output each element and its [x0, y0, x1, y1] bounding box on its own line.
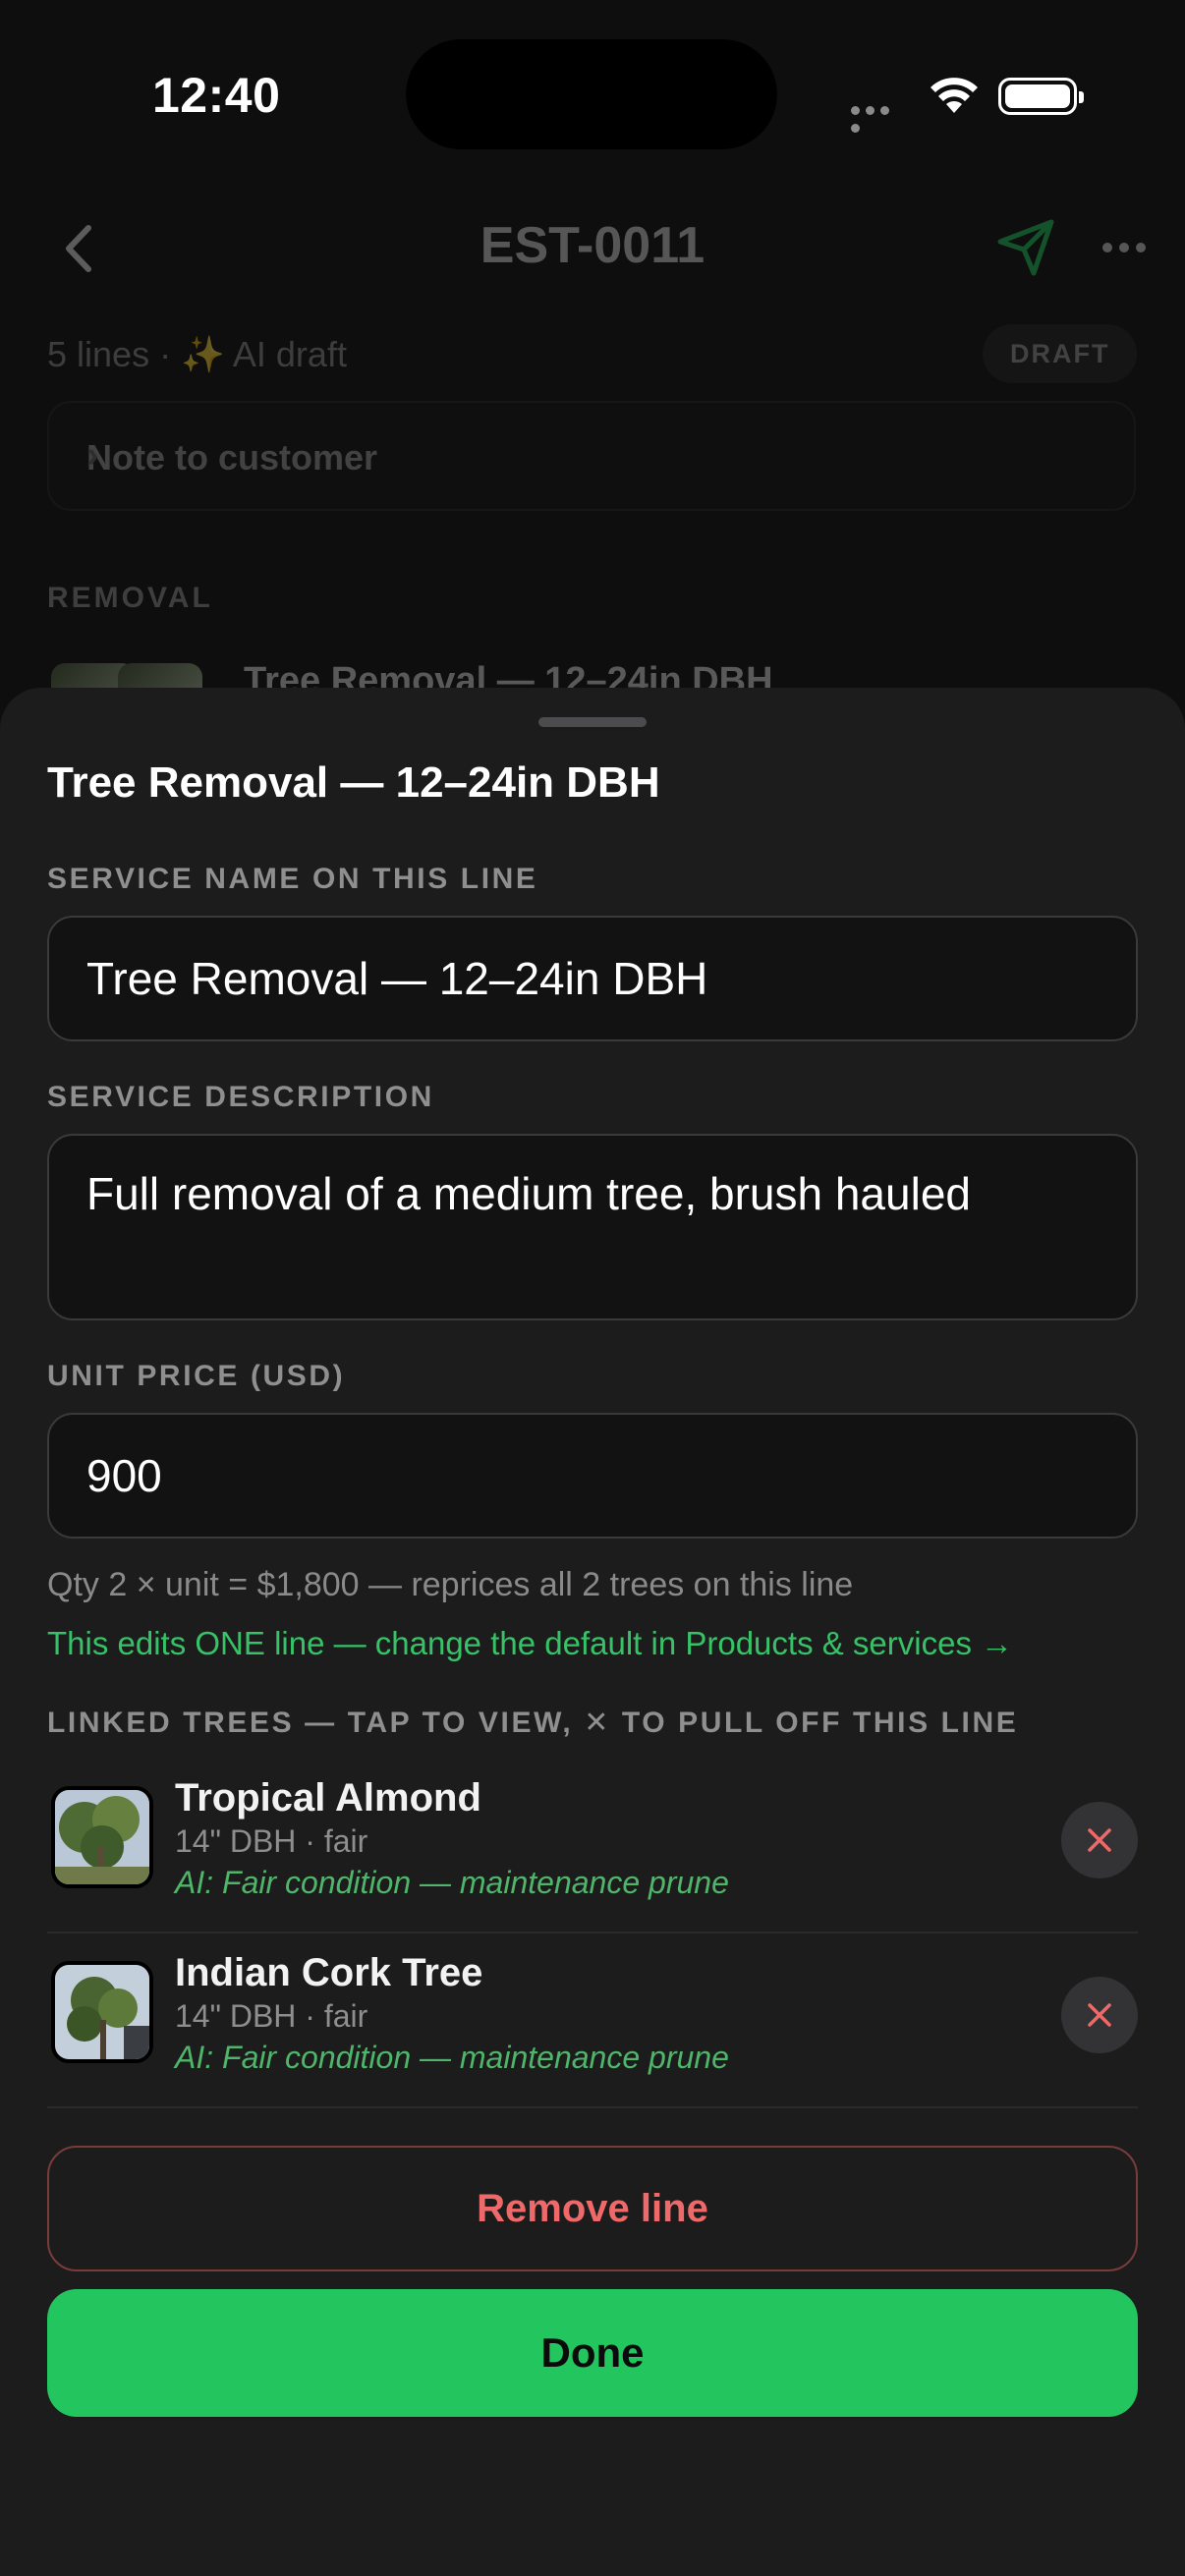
sheet-grabber[interactable] — [538, 717, 647, 727]
service-name-label: SERVICE NAME ON THIS LINE — [47, 863, 538, 895]
tree-name: Indian Cork Tree — [175, 1951, 483, 1994]
close-icon — [1088, 1828, 1111, 1852]
estimate-meta: 5 lines · ✨ AI draft — [47, 334, 347, 374]
signal-icon — [851, 102, 908, 133]
status-time: 12:40 — [152, 68, 281, 123]
ai-assessment: AI: Fair condition — maintenance prune — [175, 2040, 729, 2075]
tree-details: 14" DBH · fair — [175, 1998, 368, 2034]
section-header: REMOVAL — [47, 582, 213, 614]
tree-details: 14" DBH · fair — [175, 1823, 368, 1859]
close-icon — [1088, 2003, 1111, 2027]
remove-tree-button[interactable] — [1061, 1802, 1138, 1878]
remove-line-button[interactable]: Remove line — [47, 2146, 1138, 2271]
linked-tree-row[interactable]: Tropical Almond 14" DBH · fair AI: Fair … — [47, 1759, 1138, 1933]
service-name-input[interactable]: Tree Removal — 12–24in DBH — [47, 916, 1138, 1041]
battery-icon — [998, 78, 1084, 115]
linked-trees-label: LINKED TREES — TAP TO VIEW, ✕ TO PULL OF… — [47, 1707, 1019, 1739]
service-description-label: SERVICE DESCRIPTION — [47, 1081, 434, 1113]
unit-price-label: UNIT PRICE (USD) — [47, 1360, 346, 1392]
quantity-hint: Qty 2 × unit = $1,800 — reprices all 2 t… — [47, 1566, 854, 1603]
products-services-link[interactable]: This edits ONE line — change the default… — [47, 1625, 1013, 1662]
wifi-icon — [928, 74, 981, 120]
tree-photo — [51, 1961, 153, 2063]
chevron-right-icon: › — [86, 434, 99, 476]
ai-assessment: AI: Fair condition — maintenance prune — [175, 1865, 729, 1900]
linked-tree-row[interactable]: Indian Cork Tree 14" DBH · fair AI: Fair… — [47, 1933, 1138, 2108]
remove-tree-button[interactable] — [1061, 1977, 1138, 2053]
more-icon[interactable] — [1102, 240, 1153, 257]
done-button[interactable]: Done — [47, 2289, 1138, 2417]
dynamic-island — [406, 39, 777, 149]
unit-price-input[interactable]: 900 — [47, 1413, 1138, 1539]
tree-name: Tropical Almond — [175, 1776, 481, 1820]
sheet-title: Tree Removal — 12–24in DBH — [47, 758, 660, 807]
tree-photo — [51, 1786, 153, 1888]
send-icon[interactable] — [994, 218, 1057, 282]
service-description-input[interactable]: Full removal of a medium tree, brush hau… — [47, 1134, 1138, 1320]
divider — [47, 2106, 1138, 2108]
note-to-customer-row[interactable]: Note to customer › — [47, 401, 1136, 511]
status-badge: DRAFT — [983, 324, 1138, 383]
